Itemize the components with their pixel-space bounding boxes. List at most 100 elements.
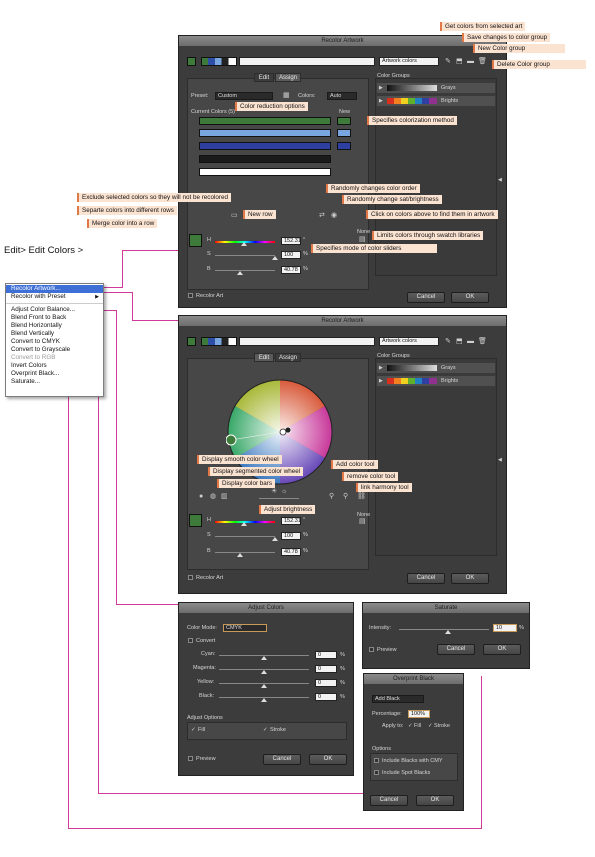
s-slider[interactable]	[215, 536, 275, 537]
s-slider[interactable]	[215, 255, 275, 256]
add-color-tool-icon[interactable]: ⚲	[329, 493, 334, 501]
new-group-icon[interactable]: ▬	[467, 58, 474, 66]
cancel-button[interactable]: Cancel	[407, 292, 445, 303]
color-group-row[interactable]: ▶ Grays	[377, 83, 495, 93]
slider-thumb[interactable]	[261, 670, 267, 674]
new-color-swatch[interactable]	[337, 117, 351, 125]
new-group-icon[interactable]: ▬	[467, 338, 474, 346]
color-group-row[interactable]: ▶ Brights	[377, 96, 495, 106]
slider-thumb[interactable]	[261, 656, 267, 660]
slider-thumb[interactable]	[272, 256, 278, 260]
include-spot-checkbox[interactable]	[374, 770, 379, 775]
color-row[interactable]	[199, 129, 331, 137]
swatch-library-icon[interactable]: ▤	[359, 236, 366, 244]
brightness-slider[interactable]	[259, 498, 299, 499]
ok-button[interactable]: OK	[451, 292, 489, 303]
include-cmy-checkbox[interactable]	[374, 758, 379, 763]
slider-thumb[interactable]	[241, 522, 247, 526]
expand-icon[interactable]: ▶	[379, 364, 383, 372]
tab-edit[interactable]: Edit	[254, 73, 274, 82]
cancel-button[interactable]: Cancel	[263, 754, 301, 765]
delete-group-icon[interactable]: 🗑	[478, 58, 487, 66]
reduction-options-icon[interactable]: ▦	[283, 92, 290, 100]
link-harmony-icon[interactable]: ⛓	[357, 493, 366, 501]
color-bars-icon[interactable]: ▥	[221, 493, 228, 501]
delete-group-icon[interactable]: 🗑	[478, 338, 487, 346]
ok-button[interactable]: OK	[309, 754, 347, 765]
segmented-wheel-icon[interactable]: ◍	[210, 493, 216, 501]
percentage-field[interactable]: 100%	[408, 710, 430, 718]
h-value-field[interactable]: 152.31	[281, 237, 301, 245]
recolor-art-checkbox[interactable]	[188, 575, 193, 580]
menu-item-overprint-black[interactable]: Overprint Black...	[6, 370, 103, 378]
menu-item-saturate[interactable]: Saturate...	[6, 378, 103, 386]
menu-item-recolor-artwork[interactable]: Recolor Artwork...	[6, 285, 103, 293]
ok-button[interactable]: OK	[416, 795, 454, 806]
slider-thumb[interactable]	[237, 553, 243, 557]
stroke-check-icon[interactable]: ✓	[263, 727, 268, 733]
menu-item-blend-vertically[interactable]: Blend Vertically	[6, 330, 103, 338]
group-name-field[interactable]	[239, 57, 375, 66]
menu-item-blend-horizontally[interactable]: Blend Horizontally	[6, 322, 103, 330]
color-group-strip[interactable]	[201, 57, 237, 66]
intensity-value[interactable]: 10	[493, 624, 517, 632]
new-color-swatch[interactable]	[337, 142, 351, 150]
menu-item-convert-grayscale[interactable]: Convert to Grayscale	[6, 346, 103, 354]
current-color-swatch[interactable]	[187, 337, 196, 346]
preview-checkbox[interactable]	[188, 756, 193, 761]
ok-button[interactable]: OK	[451, 573, 489, 584]
color-row[interactable]	[199, 168, 331, 176]
overprint-mode-select[interactable]: Add Black	[372, 695, 424, 703]
stroke-check-icon[interactable]: ✓	[428, 723, 433, 729]
fill-check-icon[interactable]: ✓	[408, 723, 413, 729]
remove-color-tool-icon[interactable]: ⚲	[343, 493, 348, 501]
black-value[interactable]: 0	[315, 693, 337, 701]
brightness-icon-2[interactable]: ☼	[281, 488, 287, 496]
menu-item-invert[interactable]: Invert Colors	[6, 362, 103, 370]
magenta-value[interactable]: 0	[315, 665, 337, 673]
cyan-value[interactable]: 0	[315, 651, 337, 659]
menu-item-convert-cmyk[interactable]: Convert to CMYK	[6, 338, 103, 346]
randomize-saturation-icon[interactable]: ◉	[331, 212, 337, 220]
color-row[interactable]	[199, 117, 331, 125]
slider-thumb[interactable]	[237, 271, 243, 275]
colors-select[interactable]: Auto	[327, 92, 357, 100]
save-changes-icon[interactable]: ⬒	[456, 58, 463, 66]
current-color-swatch[interactable]	[187, 57, 196, 66]
expand-icon[interactable]: ▶	[379, 97, 383, 105]
b-value-field[interactable]: 40.78	[281, 266, 301, 274]
swatch-library-icon[interactable]: ▤	[359, 518, 366, 526]
collapse-arrow-icon[interactable]: ◀	[498, 456, 502, 464]
current-color-large[interactable]	[189, 234, 202, 247]
tab-edit[interactable]: Edit	[254, 353, 274, 362]
menu-item-blend-front-back[interactable]: Blend Front to Back	[6, 314, 103, 322]
cancel-button[interactable]: Cancel	[407, 573, 445, 584]
slider-thumb[interactable]	[272, 537, 278, 541]
s-value-field[interactable]: 100	[281, 532, 301, 540]
color-group-strip[interactable]	[201, 337, 237, 346]
color-mode-select[interactable]: CMYK	[223, 624, 267, 632]
group-name-label-field[interactable]: Artwork colors	[379, 57, 439, 66]
fill-check-icon[interactable]: ✓	[191, 727, 196, 733]
expand-icon[interactable]: ▶	[379, 84, 383, 92]
intensity-slider[interactable]	[399, 629, 489, 630]
group-name-label-field[interactable]: Artwork colors	[379, 337, 439, 346]
menu-item-adjust-balance[interactable]: Adjust Color Balance...	[6, 306, 103, 314]
save-changes-icon[interactable]: ⬒	[456, 338, 463, 346]
new-row-icon[interactable]: ▭	[231, 212, 238, 220]
slider-thumb[interactable]	[445, 630, 451, 634]
convert-checkbox[interactable]	[188, 638, 193, 643]
current-color-large[interactable]	[189, 514, 202, 527]
color-group-row[interactable]: ▶ Grays	[377, 363, 495, 373]
expand-icon[interactable]: ▶	[379, 377, 383, 385]
cancel-button[interactable]: Cancel	[437, 644, 475, 655]
color-row[interactable]	[199, 142, 331, 150]
yellow-value[interactable]: 0	[315, 679, 337, 687]
collapse-arrow-icon[interactable]: ◀	[498, 176, 502, 184]
slider-thumb[interactable]	[261, 698, 267, 702]
b-slider[interactable]	[215, 270, 275, 271]
get-colors-icon[interactable]: ✎	[445, 338, 451, 346]
brightness-icon[interactable]: ☀	[271, 488, 277, 496]
recolor-art-checkbox[interactable]	[188, 293, 193, 298]
tab-assign[interactable]: Assign	[275, 353, 301, 362]
